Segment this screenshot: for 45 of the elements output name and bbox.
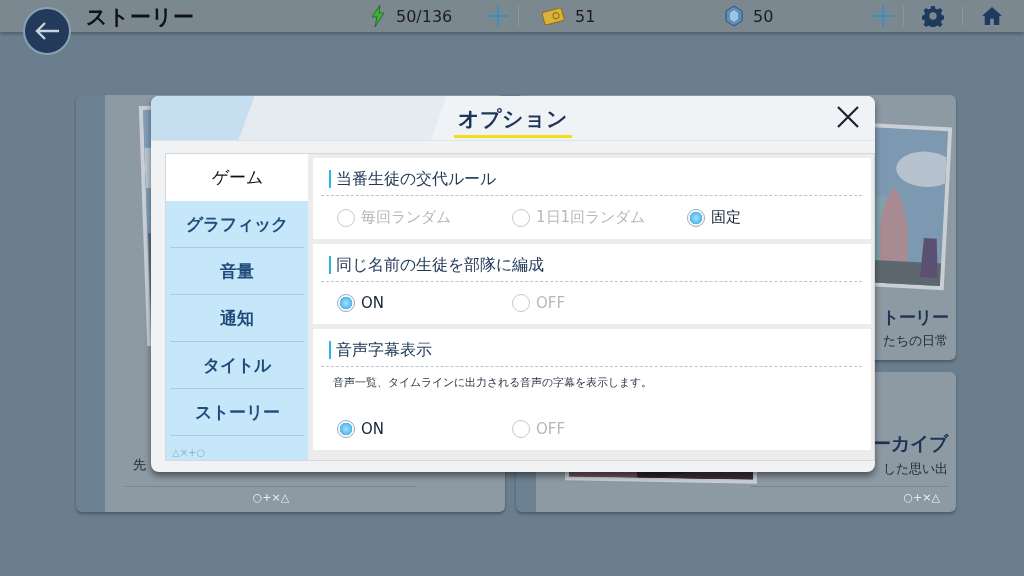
card-title: トーリー	[882, 306, 948, 329]
settings-tab[interactable]: グラフィック	[170, 201, 304, 248]
card-decoration: ○+×△	[750, 486, 948, 504]
option-description: 音声一覧、タイムラインに出力される音声の字幕を表示します。	[333, 376, 653, 390]
radio-button[interactable]	[512, 294, 530, 312]
option-title: 当番生徒の交代ルール	[329, 170, 496, 188]
card-subtitle: 先	[133, 457, 146, 474]
card-subtitle: した思い出	[883, 461, 948, 478]
close-icon	[837, 106, 859, 128]
back-arrow-icon	[34, 21, 60, 41]
card-decoration: ○+×△	[125, 486, 417, 504]
radio-button[interactable]	[512, 208, 530, 227]
option-title: 同じ名前の生徒を部隊に編成	[329, 256, 544, 274]
radio-label: OFF	[536, 420, 566, 438]
radio-button[interactable]	[687, 208, 705, 227]
card-icon	[541, 7, 565, 25]
radio-label: OFF	[536, 294, 566, 312]
resource-count: 51	[574, 6, 597, 26]
settings-icon[interactable]	[922, 5, 944, 27]
home-icon[interactable]	[981, 6, 1003, 26]
radio-label: 1日1回ランダム	[536, 208, 646, 227]
close-button[interactable]	[837, 106, 859, 128]
settings-tab[interactable]: タイトル	[170, 342, 304, 389]
radio-button[interactable]	[337, 208, 355, 227]
settings-tab[interactable]: ストーリー	[170, 389, 304, 436]
radio-label: ON	[361, 420, 385, 438]
radio-label: 毎回ランダム	[361, 208, 451, 227]
gem-icon	[725, 5, 743, 27]
resource-count: 50	[752, 6, 775, 26]
radio-button[interactable]	[337, 294, 355, 312]
settings-tab[interactable]: 音量	[170, 248, 304, 295]
screen-title: ストーリー	[86, 3, 195, 31]
radio-label: ON	[361, 294, 385, 312]
settings-tab[interactable]: 通知	[170, 295, 304, 342]
card-subtitle: たちの日常	[883, 333, 948, 350]
radio-button[interactable]	[512, 420, 530, 438]
radio-button[interactable]	[337, 420, 355, 438]
radio-label: 固定	[711, 208, 741, 227]
decoration-symbols: △×+○	[171, 446, 207, 458]
back-button[interactable]	[23, 7, 71, 55]
settings-tab[interactable]: ゲーム	[166, 154, 308, 201]
lightning-icon	[370, 5, 386, 27]
option-title: 音声字幕表示	[329, 341, 432, 359]
resource-count: 50/136	[395, 6, 454, 26]
dialog-title: オプション	[454, 98, 572, 138]
